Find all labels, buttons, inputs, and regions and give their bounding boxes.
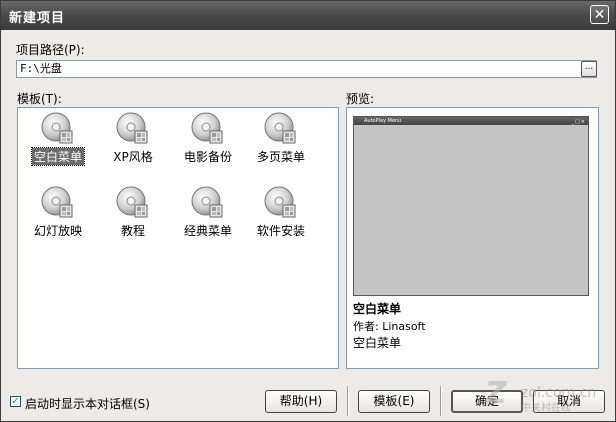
template-item[interactable]: XP风格	[97, 112, 169, 172]
project-path-label: 项目路径(P):	[16, 43, 85, 57]
template-item[interactable]: 空白菜单	[22, 112, 94, 172]
ellipsis-icon: ...	[584, 62, 594, 72]
template-item[interactable]: 经典菜单	[172, 186, 244, 246]
cd-disc-icon	[41, 186, 73, 218]
title-bar[interactable]: 新建项目 ✕	[1, 1, 615, 30]
template-item[interactable]: 软件安装	[245, 186, 317, 246]
svg-text:zol.com.cn: zol.com.cn	[521, 385, 596, 401]
svg-text:Z: Z	[484, 377, 508, 411]
preview-thumbnail-buttons: _□×	[571, 119, 586, 125]
cd-disc-icon	[264, 112, 296, 144]
project-path-value: F:\光盘	[20, 62, 62, 75]
preview-thumbnail: AutoPlay Menu _□×	[353, 116, 589, 296]
checkmark-icon: ✓	[11, 396, 20, 407]
svg-text:中关村在线: 中关村在线	[521, 401, 571, 414]
preview-template-name: 空白菜单	[353, 302, 402, 316]
template-item-label: XP风格	[113, 150, 153, 164]
templates-list[interactable]: 空白菜单 XP风格 电影备份 多页菜单幻灯放映 教程 经典菜单 软件安装	[17, 107, 339, 369]
button-separator	[440, 386, 442, 416]
template-item[interactable]: 多页菜单	[245, 112, 317, 172]
cd-disc-icon	[116, 186, 148, 218]
template-item-label: 电影备份	[183, 150, 232, 164]
close-icon: ✕	[593, 7, 606, 23]
dialog-title: 新建项目	[9, 11, 66, 26]
cd-disc-icon	[41, 112, 73, 144]
templates-label: 模板(T):	[17, 92, 62, 106]
button-separator	[347, 386, 349, 416]
preview-thumbnail-body	[355, 126, 587, 294]
cd-disc-icon	[116, 112, 148, 144]
template-item-label: 软件安装	[256, 224, 305, 238]
template-item-label: 空白菜单	[30, 147, 86, 166]
preview-description: 空白菜单	[353, 336, 402, 350]
cd-disc-icon	[191, 112, 223, 144]
template-item-label: 幻灯放映	[33, 224, 82, 238]
preview-thumbnail-title: AutoPlay Menu	[364, 118, 402, 124]
template-item-label: 经典菜单	[183, 224, 232, 238]
template-item-label: 教程	[120, 224, 145, 238]
new-project-dialog: 新建项目 ✕ 项目路径(P): F:\光盘 ... 模板(T): 空白菜单 XP风…	[0, 0, 616, 422]
help-button[interactable]: 帮助(H)	[265, 390, 337, 413]
browse-button[interactable]: ...	[581, 61, 597, 77]
cd-disc-icon	[264, 186, 296, 218]
template-button[interactable]: 模板(E)	[358, 390, 430, 413]
template-item[interactable]: 幻灯放映	[22, 186, 94, 246]
startup-checkbox[interactable]: ✓	[10, 396, 21, 407]
close-button[interactable]: ✕	[590, 5, 609, 24]
template-item-label: 多页菜单	[256, 150, 305, 164]
template-item[interactable]: 电影备份	[172, 112, 244, 172]
template-item[interactable]: 教程	[97, 186, 169, 246]
zol-watermark: Z zol.com.cn 中关村在线	[481, 376, 611, 415]
preview-thumbnail-titlebar: AutoPlay Menu _□×	[354, 117, 588, 125]
preview-label: 预览:	[346, 92, 375, 106]
preview-author: 作者: Linasoft	[353, 320, 426, 333]
startup-checkbox-label[interactable]: 启动时显示本对话框(S)	[25, 395, 150, 412]
cd-disc-icon	[191, 186, 223, 218]
preview-panel: AutoPlay Menu _□× 空白菜单 作者: Linasoft 空白菜单	[346, 107, 599, 369]
zol-logo-icon: Z zol.com.cn 中关村在线	[484, 376, 596, 414]
project-path-input[interactable]: F:\光盘	[16, 60, 597, 78]
